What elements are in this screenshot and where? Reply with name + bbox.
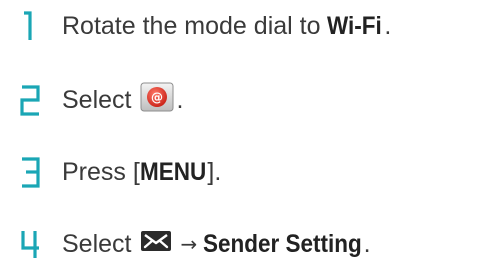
step-2-text-after: . [176, 85, 184, 114]
menu-button-label: MENU [139, 157, 207, 186]
step-number-3 [18, 155, 46, 189]
step-3-text: Press [MENU]. [62, 158, 221, 187]
step-number-4 [18, 227, 46, 261]
step-4-text: Select → Sender Setting. [62, 230, 371, 259]
arrow-icon: → [180, 232, 198, 256]
step-1-text: Rotate the mode dial to Wi-Fi. [62, 12, 391, 41]
step-3: Press [MENU]. [18, 152, 221, 192]
step-3-text-before: Press [ [62, 157, 140, 186]
step-2-text-before: Select [62, 85, 132, 114]
step-1-text-before: Rotate the mode dial to [62, 11, 321, 40]
step-4-text-after: . [363, 229, 371, 258]
svg-text:@: @ [151, 90, 163, 104]
step-1: Rotate the mode dial to Wi-Fi. [18, 6, 391, 46]
email-app-icon: @ [140, 82, 174, 119]
envelope-menu-icon [140, 230, 172, 259]
step-4-text-before: Select [62, 229, 132, 258]
step-number-2 [18, 83, 46, 117]
step-number-1 [18, 9, 46, 43]
step-3-text-after: ]. [207, 157, 222, 186]
step-1-text-after: . [384, 11, 392, 40]
wifi-mode-label: Wi-Fi [327, 11, 383, 40]
sender-setting-label: Sender Setting [203, 229, 362, 258]
step-2-text: Select @ . [62, 82, 183, 119]
step-4: Select → Sender Setting. [18, 224, 371, 264]
step-2: Select @ . [18, 80, 183, 120]
